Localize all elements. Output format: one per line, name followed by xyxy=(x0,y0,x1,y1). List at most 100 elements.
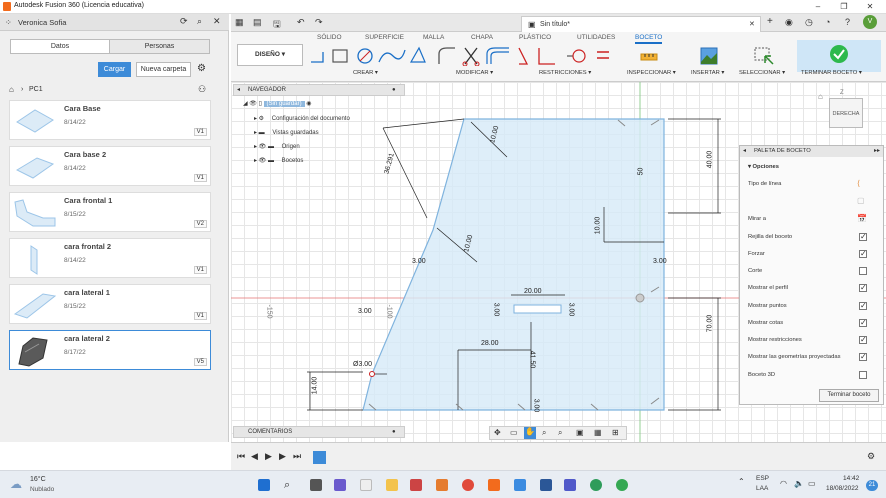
navigator-item[interactable]: ▸ ▬ Vistas guardadas xyxy=(254,129,319,136)
timeline-settings-icon[interactable]: ⚙ xyxy=(867,451,875,462)
help-icon[interactable]: ? xyxy=(845,17,850,27)
dimension-label[interactable]: 40.00 xyxy=(706,151,713,169)
tab-malla[interactable]: MALLA xyxy=(423,34,444,41)
user-name[interactable]: Veronica Sofia xyxy=(18,18,66,27)
chat-icon[interactable] xyxy=(334,479,346,491)
timeline-prev-icon[interactable]: ◀ xyxy=(251,451,258,462)
volume-icon[interactable]: 🔈 xyxy=(794,479,804,488)
dimension-label[interactable]: 70.00 xyxy=(706,315,713,333)
dimension-label[interactable]: 3.00 xyxy=(358,308,372,315)
language-layout[interactable]: LAA xyxy=(756,485,768,492)
start-icon[interactable] xyxy=(258,479,270,491)
finish-sketch-palette-button[interactable]: Terminar boceto xyxy=(819,389,879,402)
breadcrumb[interactable]: PC1 xyxy=(29,86,43,93)
timeline-sketch-feature[interactable] xyxy=(313,451,326,464)
team-icon[interactable]: ⚇ xyxy=(198,84,206,95)
select-icon[interactable] xyxy=(753,46,775,66)
wifi-icon[interactable]: ◠ xyxy=(780,479,787,488)
look-at-icon[interactable]: ▭ xyxy=(510,428,518,437)
dimension-label[interactable]: 41.50 xyxy=(528,351,535,369)
show-dimensions-checkbox[interactable] xyxy=(859,318,867,327)
collapse-icon[interactable]: ◂ xyxy=(237,85,240,95)
file-card[interactable]: Cara Base 8/14/22 V1 xyxy=(9,100,211,140)
tab-chapa[interactable]: CHAPA xyxy=(471,34,493,41)
close-tab-icon[interactable]: ✕ xyxy=(749,20,755,28)
new-tab-icon[interactable]: + xyxy=(767,16,773,27)
pan-icon[interactable]: ✋ xyxy=(524,427,536,439)
snap-checkbox[interactable] xyxy=(859,249,867,258)
navigator-root[interactable]: ◢ 👁 ▯ (Sin guardar) ◉ xyxy=(243,100,311,107)
group-insertar[interactable]: INSERTAR ▾ xyxy=(691,70,724,76)
word-icon[interactable] xyxy=(540,479,552,491)
search-icon[interactable]: ⌕ xyxy=(197,16,202,27)
weather-desc[interactable]: Nublado xyxy=(30,486,54,493)
notifications-icon[interactable]: ◔ xyxy=(825,17,830,27)
tab-boceto[interactable]: BOCETO xyxy=(635,34,663,44)
version-badge[interactable]: V1 xyxy=(193,266,207,274)
tab-utilidades[interactable]: UTILIDADES xyxy=(577,34,615,41)
close-panel-icon[interactable]: ✕ xyxy=(213,16,221,27)
timeline-start-icon[interactable]: ⏮ xyxy=(237,451,245,462)
dimension-label[interactable]: 10.00 xyxy=(594,217,601,235)
file-card[interactable]: Cara frontal 1 8/15/22 V2 xyxy=(9,192,211,232)
language-indicator[interactable]: ESP xyxy=(756,475,769,482)
group-terminar-boceto[interactable]: TERMINAR BOCETO ▾ xyxy=(801,70,862,76)
refresh-icon[interactable]: ⟳ xyxy=(180,16,188,27)
create-tools-icons[interactable] xyxy=(309,46,427,66)
redo-icon[interactable]: ↷ xyxy=(315,17,323,28)
dimension-label[interactable]: 14.00 xyxy=(311,377,318,395)
new-folder-button[interactable]: Nueva carpeta xyxy=(136,62,191,77)
file-card[interactable]: cara frontal 2 8/14/22 V1 xyxy=(9,238,211,278)
avatar[interactable]: V xyxy=(863,15,877,29)
clock-icon[interactable]: ◷ xyxy=(805,17,813,28)
save-icon[interactable]: 🖫 xyxy=(273,17,281,33)
battery-icon[interactable]: ▭ xyxy=(808,479,816,488)
tray-chevron-icon[interactable]: ⌃ xyxy=(738,477,745,486)
dimension-label[interactable]: Ø3.00 xyxy=(353,361,372,368)
show-profile-checkbox[interactable] xyxy=(859,283,867,292)
navigator-item[interactable]: ▸ 👁 ▬ Bocetos xyxy=(254,157,303,164)
tab-datos[interactable]: Datos xyxy=(10,39,110,54)
viewports-icon[interactable]: ⊞ xyxy=(612,428,619,437)
zoom-window-icon[interactable]: ⌕ xyxy=(542,428,546,438)
version-badge[interactable]: V5 xyxy=(193,358,207,366)
minimize-button[interactable]: – xyxy=(812,1,824,12)
display-settings-icon[interactable]: ▣ xyxy=(576,428,584,437)
group-modificar[interactable]: MODIFICAR ▾ xyxy=(456,70,493,76)
office-icon[interactable] xyxy=(410,479,422,491)
grid-menu-icon[interactable]: ⁘ xyxy=(5,18,12,27)
timeline-next-icon[interactable]: ▶ xyxy=(279,451,286,462)
comments-options-icon[interactable]: ● xyxy=(392,427,396,437)
settings-app-icon[interactable] xyxy=(360,479,372,491)
tab-plastico[interactable]: PLÁSTICO xyxy=(519,34,551,41)
dimension-label[interactable]: 20.00 xyxy=(524,288,542,295)
home-view-icon[interactable]: ⌂ xyxy=(818,92,823,101)
navigator-options-icon[interactable]: ● xyxy=(392,85,396,95)
collapse-icon[interactable]: ◂ xyxy=(743,147,746,154)
show-projected-checkbox[interactable] xyxy=(859,352,867,361)
file-card[interactable]: cara lateral 1 8/15/22 V1 xyxy=(9,284,211,324)
weather-temp[interactable]: 16°C xyxy=(30,476,46,483)
group-seleccionar[interactable]: SELECCIONAR ▾ xyxy=(739,70,785,76)
dimension-label[interactable]: 3.00 xyxy=(532,399,539,413)
insert-image-icon[interactable] xyxy=(699,46,719,66)
grid-settings-icon[interactable]: ▦ xyxy=(594,428,602,437)
weather-icon[interactable]: ☁ xyxy=(10,477,22,491)
tab-personas[interactable]: Personas xyxy=(109,39,210,54)
sketch-3d-checkbox[interactable] xyxy=(859,371,867,379)
group-crear[interactable]: CREAR ▾ xyxy=(353,70,378,76)
clock-time[interactable]: 14:42 xyxy=(843,475,859,482)
navigator-item[interactable]: ▸ 👁 ▬ Origen xyxy=(254,143,300,150)
version-badge[interactable]: V1 xyxy=(193,128,207,136)
dimension-label[interactable]: 50 xyxy=(637,168,644,176)
dimension-label[interactable]: 3.00 xyxy=(653,258,667,265)
line-type-icon[interactable]: ⟨ xyxy=(857,179,860,188)
dimension-label[interactable]: 28.00 xyxy=(481,340,499,347)
file-menu-icon[interactable]: ▤ xyxy=(253,17,262,28)
tab-solido[interactable]: SÓLIDO xyxy=(317,34,342,41)
group-restricciones[interactable]: RESTRICCIONES ▾ xyxy=(539,70,591,76)
extensions-icon[interactable]: ◉ xyxy=(785,17,793,28)
version-badge[interactable]: V1 xyxy=(193,312,207,320)
close-button[interactable]: ✕ xyxy=(864,1,876,12)
modify-tools-icons[interactable] xyxy=(437,46,513,66)
